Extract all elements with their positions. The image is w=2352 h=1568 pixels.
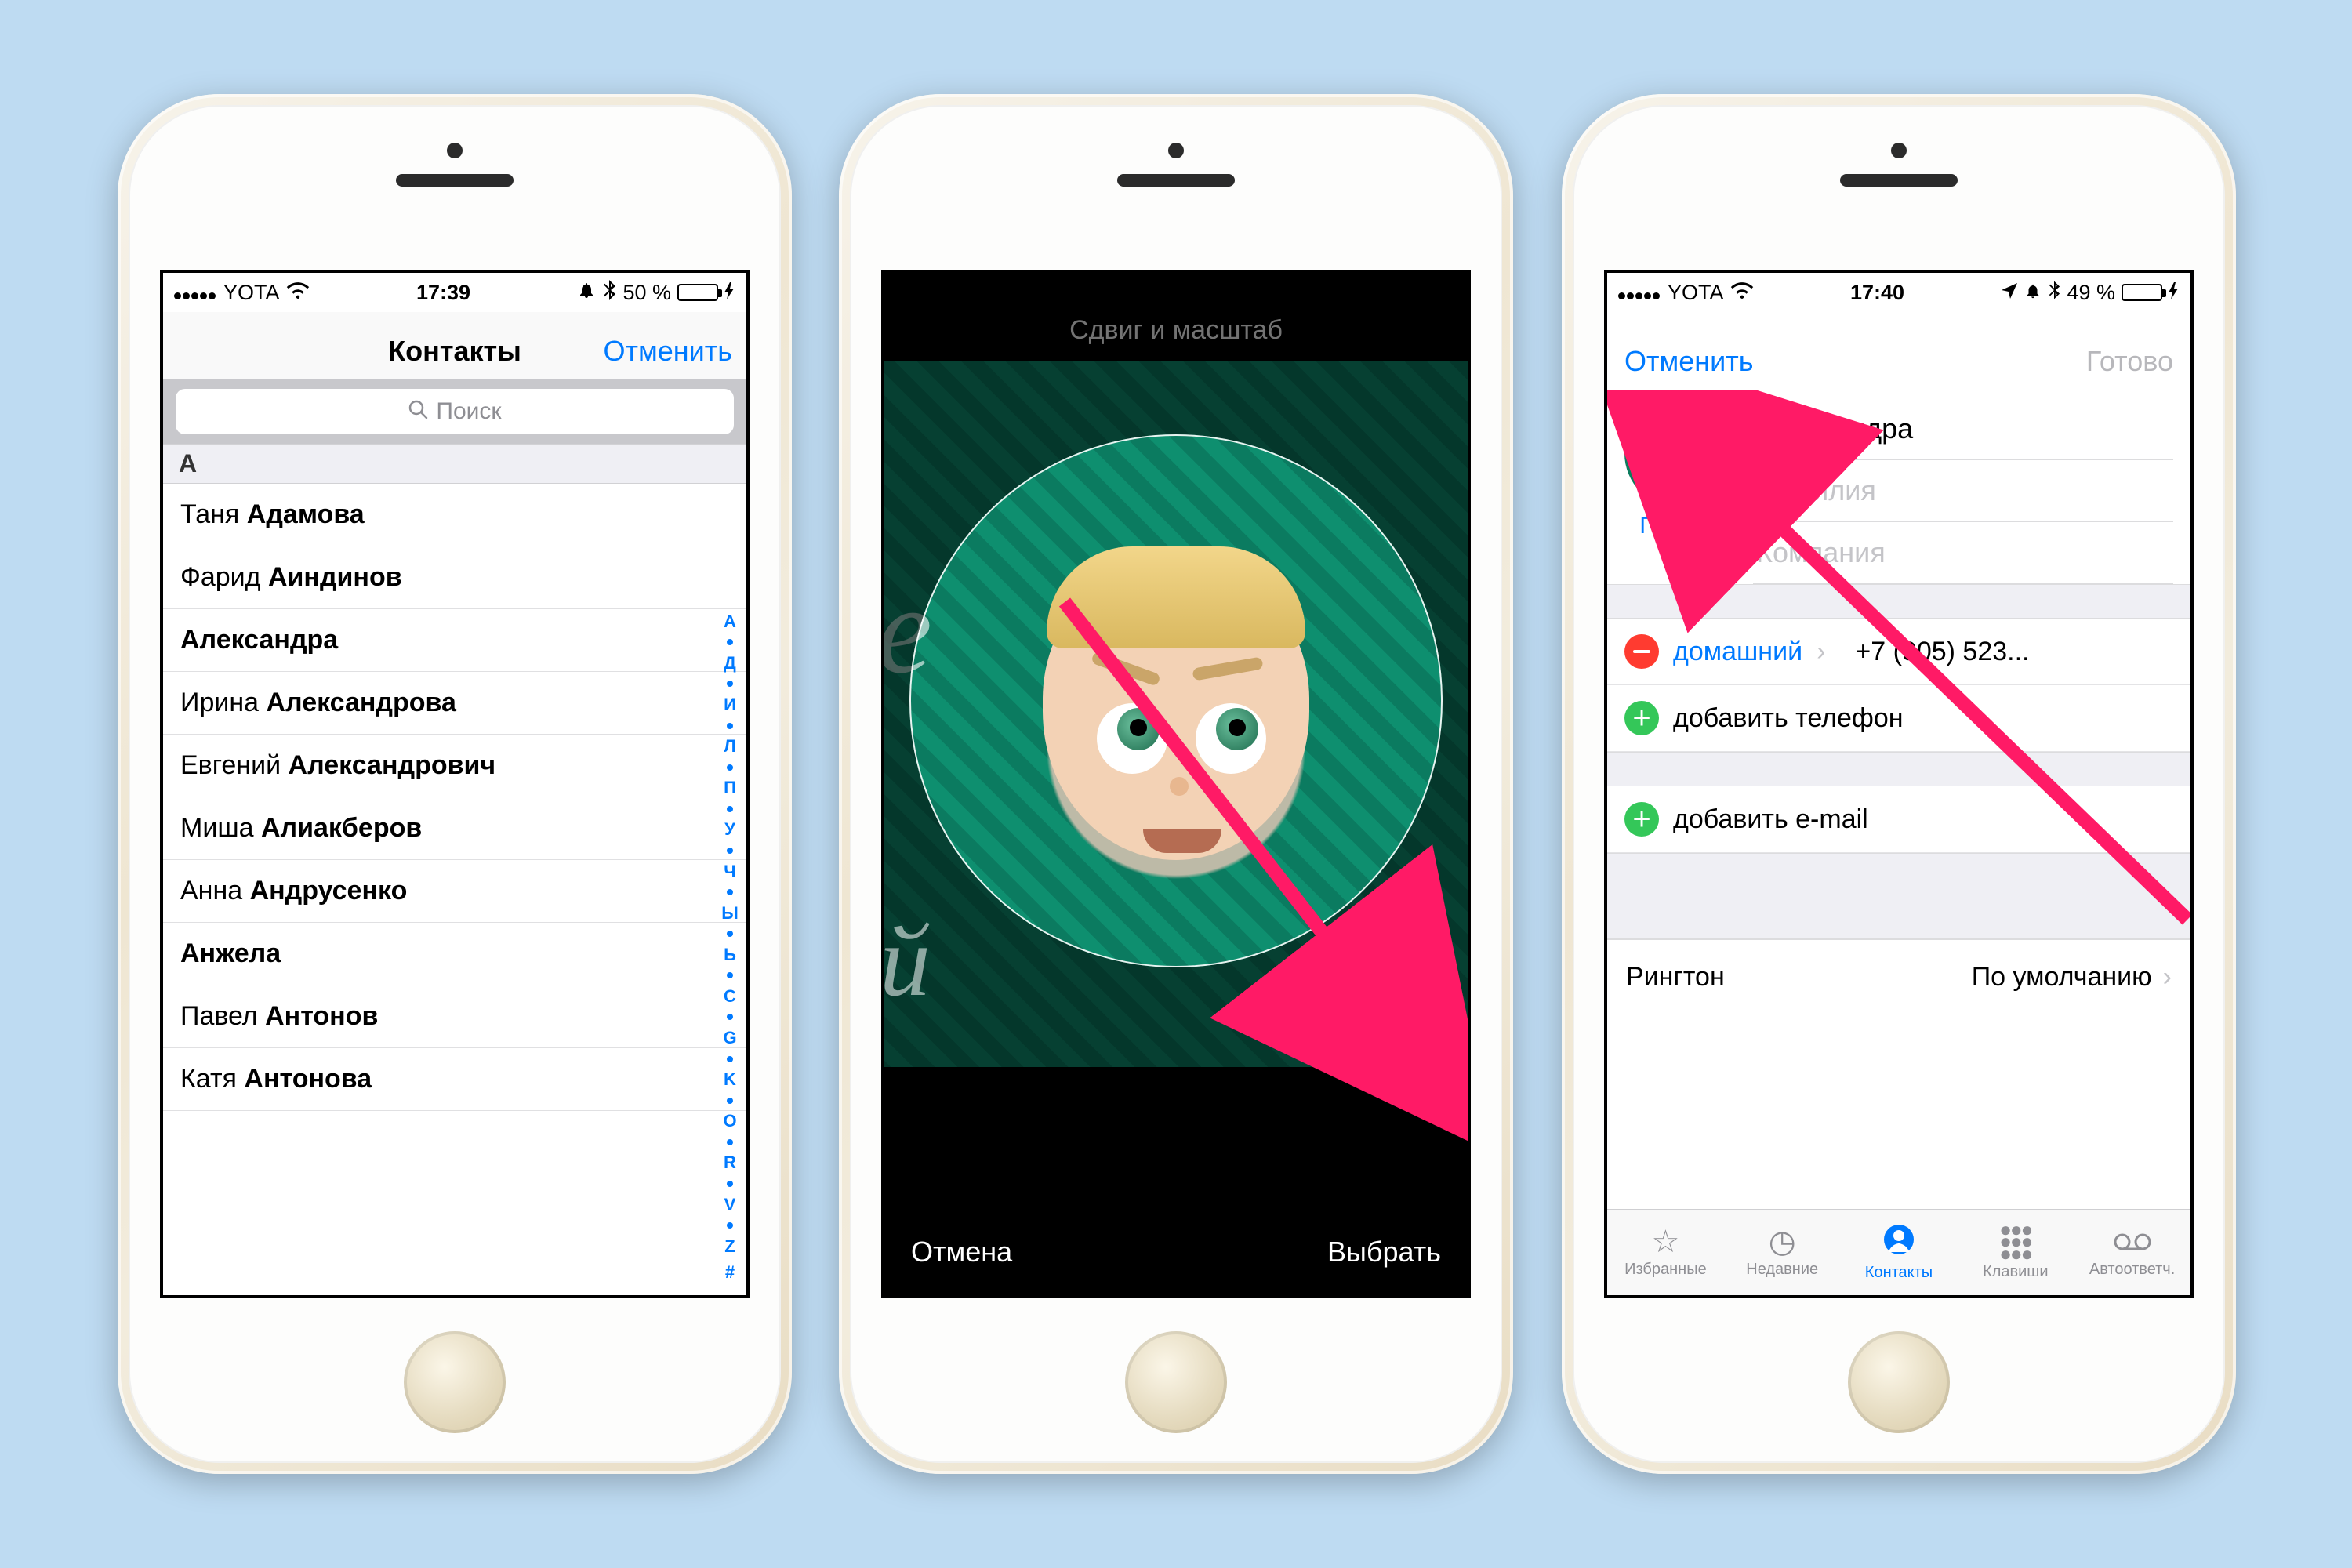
nav-title: Контакты: [388, 335, 521, 368]
cancel-button[interactable]: Отменить: [604, 335, 733, 368]
list-item[interactable]: Анжела: [163, 923, 746, 985]
crop-canvas[interactable]: e й: [884, 377, 1468, 1051]
tab-contacts[interactable]: Контакты: [1841, 1210, 1958, 1295]
phone-edit-contact: YOTA 17:40 49 % Отменить Готово: [1562, 94, 2236, 1474]
star-icon: ☆: [1651, 1226, 1679, 1258]
nav-bar: Контакты Отменить: [163, 312, 746, 379]
done-button[interactable]: Готово: [2086, 345, 2173, 378]
tab-recents[interactable]: ◷ Недавние: [1724, 1210, 1841, 1295]
clock-icon: ◷: [1769, 1226, 1796, 1258]
clock-label: 17:40: [1850, 281, 1904, 305]
cancel-button[interactable]: Отменить: [1624, 345, 1754, 378]
screen-edit: YOTA 17:40 49 % Отменить Готово: [1604, 270, 2194, 1298]
alarm-icon: [577, 281, 596, 305]
add-icon[interactable]: [1624, 701, 1659, 735]
charging-icon: [724, 281, 735, 305]
list-item[interactable]: Павел Антонов: [163, 985, 746, 1048]
decorative-text: e: [881, 557, 932, 702]
phone-type[interactable]: домашний: [1673, 637, 1802, 667]
edit-photo-button[interactable]: Правка: [1624, 513, 1734, 539]
status-bar: YOTA 17:39 50 %: [163, 273, 746, 312]
charging-icon: [2169, 281, 2180, 305]
list-item[interactable]: Ирина Александрова: [163, 672, 746, 735]
tab-keypad[interactable]: ●●●●●●●●● Клавиши: [1957, 1210, 2074, 1295]
bluetooth-icon: [602, 280, 616, 306]
edit-form: Правка домашний › +7 (905) 523...: [1607, 390, 2190, 1295]
battery-icon: [2122, 284, 2162, 301]
home-button[interactable]: [1125, 1331, 1227, 1433]
chevron-right-icon: ›: [2163, 962, 2172, 993]
tab-voicemail[interactable]: Автоответч.: [2074, 1210, 2190, 1295]
tab-bar: ☆ Избранные ◷ Недавние Контакты ●●●●●●●●…: [1607, 1209, 2190, 1295]
list-item[interactable]: Таня Адамова: [163, 484, 746, 546]
nav-bar: Отменить Готово: [1607, 312, 2190, 390]
choose-button[interactable]: Выбрать: [1327, 1236, 1441, 1269]
contact-list[interactable]: Таня Адамова Фарид Аиндинов Александра И…: [163, 484, 746, 1111]
clock-label: 17:39: [416, 281, 470, 305]
bluetooth-icon: [2048, 281, 2060, 305]
battery-pct-label: 49 %: [2067, 281, 2115, 305]
search-placeholder: Поиск: [436, 398, 501, 425]
wifi-icon: [1730, 279, 1754, 306]
alpha-index[interactable]: А Д И Л П У Ч Ы Ь C G K O R V Z #: [718, 608, 742, 1286]
list-item[interactable]: Миша Алиакберов: [163, 797, 746, 860]
ringtone-label: Рингтон: [1626, 962, 1725, 993]
cancel-button[interactable]: Отмена: [911, 1236, 1012, 1269]
signal-icon: [174, 281, 217, 305]
ringtone-value: По умолчанию: [1972, 962, 2152, 993]
screen-crop: Сдвиг и масштаб e й Отмена: [881, 270, 1471, 1298]
voicemail-icon: [2114, 1226, 2151, 1258]
battery-icon: [677, 284, 718, 301]
list-item[interactable]: Фарид Аиндинов: [163, 546, 746, 609]
list-item[interactable]: Анна Андрусенко: [163, 860, 746, 923]
status-bar: YOTA 17:40 49 %: [1607, 273, 2190, 312]
screen-contacts: YOTA 17:39 50 %: [160, 270, 750, 1298]
home-button[interactable]: [1848, 1331, 1950, 1433]
list-item[interactable]: Александра: [163, 609, 746, 672]
crop-toolbar: Отмена Выбрать: [884, 1209, 1468, 1295]
list-item[interactable]: Евгений Александрович: [163, 735, 746, 797]
ringtone-row[interactable]: Рингтон По умолчанию ›: [1607, 939, 2190, 1014]
wifi-icon: [286, 279, 310, 306]
add-email-label: добавить e-mail: [1673, 804, 1868, 835]
earpiece: [396, 174, 514, 187]
search-input[interactable]: Поиск: [176, 389, 734, 434]
carrier-label: YOTA: [223, 281, 280, 305]
camera-dot: [1891, 143, 1907, 158]
keypad-icon: ●●●●●●●●●: [1999, 1224, 2031, 1261]
phone-contacts: YOTA 17:39 50 %: [118, 94, 792, 1474]
camera-dot: [1168, 143, 1184, 158]
location-icon: [2001, 281, 2018, 305]
phone-crop: Сдвиг и масштаб e й Отмена: [839, 94, 1513, 1474]
first-name-field[interactable]: [1753, 398, 2173, 460]
add-phone-label: добавить телефон: [1673, 703, 1904, 734]
camera-dot: [447, 143, 463, 158]
add-icon[interactable]: [1624, 802, 1659, 837]
face-illustration: [1011, 524, 1341, 931]
earpiece: [1117, 174, 1235, 187]
signal-icon: [1618, 281, 1661, 305]
phone-row[interactable]: домашний › +7 (905) 523...: [1607, 619, 2190, 685]
avatar[interactable]: [1624, 398, 1734, 508]
add-email-row[interactable]: добавить e-mail: [1607, 786, 2190, 853]
earpiece: [1840, 174, 1958, 187]
search-wrap: Поиск: [163, 379, 746, 444]
tab-favorites[interactable]: ☆ Избранные: [1607, 1210, 1724, 1295]
remove-icon[interactable]: [1624, 634, 1659, 669]
decorative-text: й: [881, 902, 931, 1020]
carrier-label: YOTA: [1668, 281, 1724, 305]
chevron-right-icon: ›: [1817, 637, 1825, 667]
alarm-icon: [2024, 281, 2042, 305]
phone-value[interactable]: +7 (905) 523...: [1839, 637, 2173, 667]
list-item[interactable]: Катя Антонова: [163, 1048, 746, 1111]
section-header: А: [163, 444, 746, 484]
person-icon: [1883, 1224, 1915, 1261]
company-field[interactable]: [1753, 522, 2173, 584]
search-icon: [408, 399, 428, 425]
home-button[interactable]: [404, 1331, 506, 1433]
add-phone-row[interactable]: добавить телефон: [1607, 685, 2190, 752]
battery-pct-label: 50 %: [622, 281, 671, 305]
last-name-field[interactable]: [1753, 460, 2173, 522]
